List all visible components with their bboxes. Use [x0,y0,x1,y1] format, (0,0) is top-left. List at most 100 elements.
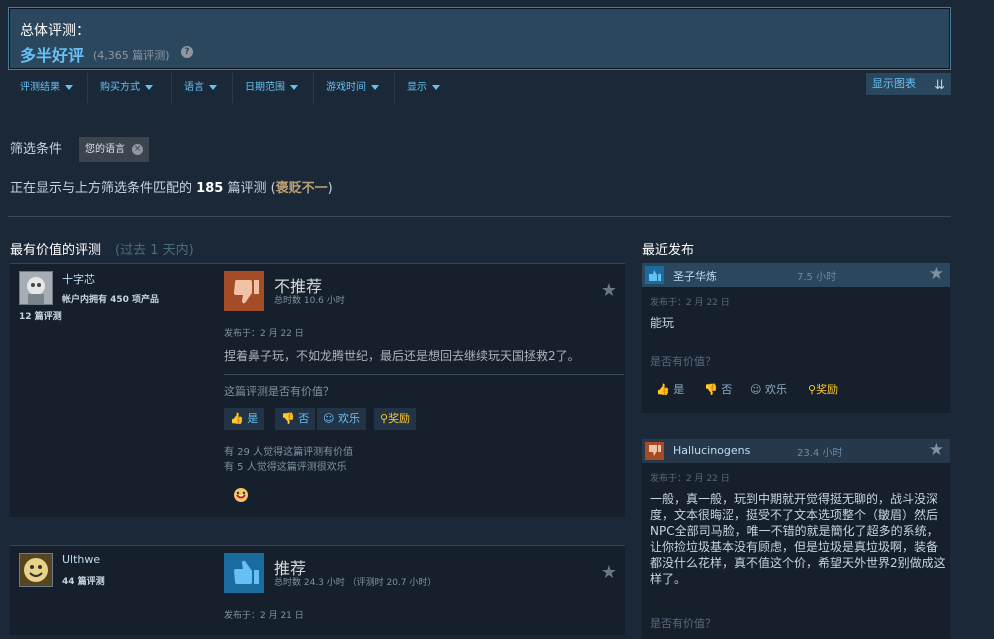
most-helpful-heading: 最有价值的评测 (过去 1 天内) [10,239,194,258]
review-hours: 总时数 10.6 小时 [274,296,345,306]
reviewer-name[interactable]: 十字芯 [62,271,95,287]
showing-close: ) [327,181,333,196]
showing-prefix: 正在显示与上方筛选条件匹配的 [10,181,193,196]
showing-suffix: 篇评测 ( [227,181,276,196]
review-body: 捏着鼻子玩，不如龙腾世纪，最后还是想回去继续玩天国拯救2了。 [224,349,580,363]
reviewer-name[interactable]: 圣子华炼 [673,268,717,284]
chevron-down-icon [65,84,73,90]
filter-playtime[interactable]: 游戏时间 [314,73,395,103]
divider [10,263,625,264]
review-stats: 有 29 人觉得这篇评测有价值 有 5 人觉得这篇评测很欢乐 [224,445,353,475]
recent-review-card: 圣子华炼 7.5 小时 ★ 发布于：2 月 22 日 能玩 是否有价值？ 👍 是… [642,263,950,413]
review-count[interactable]: 44 篇评测 [62,574,105,587]
show-graph-label: 显示图表 [872,77,916,90]
vote-yes-button[interactable]: 👍 是 [656,381,684,397]
recent-review-header: Hallucinogens 23.4 小时 ★ [642,439,950,463]
star-icon[interactable]: ★ [929,264,944,284]
filter-purchase-type[interactable]: 购买方式 [88,73,172,103]
chevron-down-icon [371,84,379,90]
review-count[interactable]: 12 篇评测 [19,309,62,322]
review-body: 能玩 [650,316,675,330]
review-summary-panel: 总体评测： 多半好评 (4,365 篇评测) ? [8,7,951,70]
filter-date-range[interactable]: 日期范围 [233,73,314,103]
help-icon[interactable]: ? [181,46,193,58]
products-owned[interactable]: 帐户内拥有 450 项产品 [62,292,159,305]
thumbs-up-icon [224,553,264,593]
posted-date: 发布于：2 月 22 日 [650,298,730,308]
vote-label: 是 [673,383,685,396]
divider [224,374,624,375]
vote-funny-button[interactable]: ☺ 欢乐 [750,381,787,397]
recent-review-card: Hallucinogens 23.4 小时 ★ 发布于：2 月 22 日 一般，… [642,439,950,639]
filtered-rating: 褒贬不一 [275,181,328,196]
vote-label: 否 [721,383,733,396]
smile-icon: ☺ [323,412,335,425]
filter-label: 游戏时间 [326,82,366,93]
thumbs-down-icon: 👎 [281,412,295,425]
filter-label: 购买方式 [100,82,140,93]
filter-label: 显示 [407,82,427,93]
thumbs-up-icon: 👍 [656,383,670,396]
active-filters-label: 筛选条件 [10,142,63,157]
language-filter-chip[interactable]: 您的语言 × [79,137,149,162]
award-icon: ⚲ [808,383,817,396]
avatar[interactable] [19,271,53,305]
award-button[interactable]: ⚲奖励 [808,381,838,397]
filter-label: 日期范围 [245,82,285,93]
helpful-question: 是否有价值？ [650,355,716,368]
filter-label: 语言 [184,82,204,93]
show-graph-button[interactable]: 显示图表 ⇊ [866,73,951,95]
reviewer-name[interactable]: Hallucinogens [673,444,750,457]
thumbs-up-icon [645,266,664,284]
vote-label: 否 [298,412,310,425]
avatar[interactable] [19,553,53,587]
filter-bar: 评测结果 购买方式 语言 日期范围 游戏时间 显示 显示图表 ⇊ [8,73,951,105]
vote-no-button[interactable]: 👎 否 [704,381,732,397]
posted-date: 发布于：2 月 22 日 [224,329,304,339]
summary-rating[interactable]: 多半好评 [20,42,84,66]
funny-stat: 有 5 人觉得这篇评测很欢乐 [224,462,347,473]
star-icon[interactable]: ★ [601,280,617,301]
helpful-question: 是否有价值？ [650,617,716,630]
recent-heading: 最近发布 [642,243,695,258]
recent-review-header: 圣子华炼 7.5 小时 ★ [642,263,950,287]
avatar-image [20,554,52,586]
double-chevron-down-icon: ⇊ [934,78,945,93]
vote-yes-button[interactable]: 👍 是 [224,408,265,430]
chevron-down-icon [432,84,440,90]
helpful-question: 这篇评测是否有价值？ [224,385,334,398]
close-icon[interactable]: × [132,144,143,155]
smile-icon: ☺ [750,383,762,396]
filter-language[interactable]: 语言 [172,73,233,103]
review-body: 一般，真一般，玩到中期就开觉得挺无聊的，战斗没深度，文本很晦涩，挺受不了文本选项… [650,492,946,586]
posted-date: 发布于：2 月 22 日 [650,474,730,484]
chip-label: 您的语言 [85,144,125,155]
chevron-down-icon [290,84,298,90]
showing-count: 185 [196,181,224,196]
thumbs-down-icon: 👎 [704,383,718,396]
helpful-stat: 有 29 人觉得这篇评测有价值 [224,447,354,458]
showing-count-text: 正在显示与上方筛选条件匹配的 185 篇评测 (褒贬不一) [10,177,333,196]
vote-label: 奖励 [816,383,839,396]
vote-no-button[interactable]: 👎 否 [275,408,316,430]
section-title: 最有价值的评测 [10,243,102,258]
award-icon: ⚲ [380,412,389,425]
award-button[interactable]: ⚲奖励 [374,408,417,430]
posted-date: 发布于：2 月 21 日 [224,611,304,621]
filter-review-type[interactable]: 评测结果 [8,73,88,103]
divider [8,216,951,217]
review-card: Ulthwe 44 篇评测 推荐 总时数 24.3 小时 （评测时 20.7 小… [10,545,625,635]
star-icon[interactable]: ★ [929,440,944,460]
chevron-down-icon [209,84,217,90]
award-badge-icon[interactable] [232,487,250,507]
reviewer-name[interactable]: Ulthwe [62,553,100,566]
star-icon[interactable]: ★ [601,562,617,583]
filter-display[interactable]: 显示 [395,73,455,103]
divider [10,545,625,546]
thumbs-down-icon [224,271,264,311]
summary-title: 总体评测： [20,23,90,39]
thumbs-up-icon: 👍 [230,412,244,425]
vote-funny-button[interactable]: ☺ 欢乐 [317,408,366,430]
review-hours: 7.5 小时 [797,272,837,283]
vote-label: 奖励 [388,412,411,425]
